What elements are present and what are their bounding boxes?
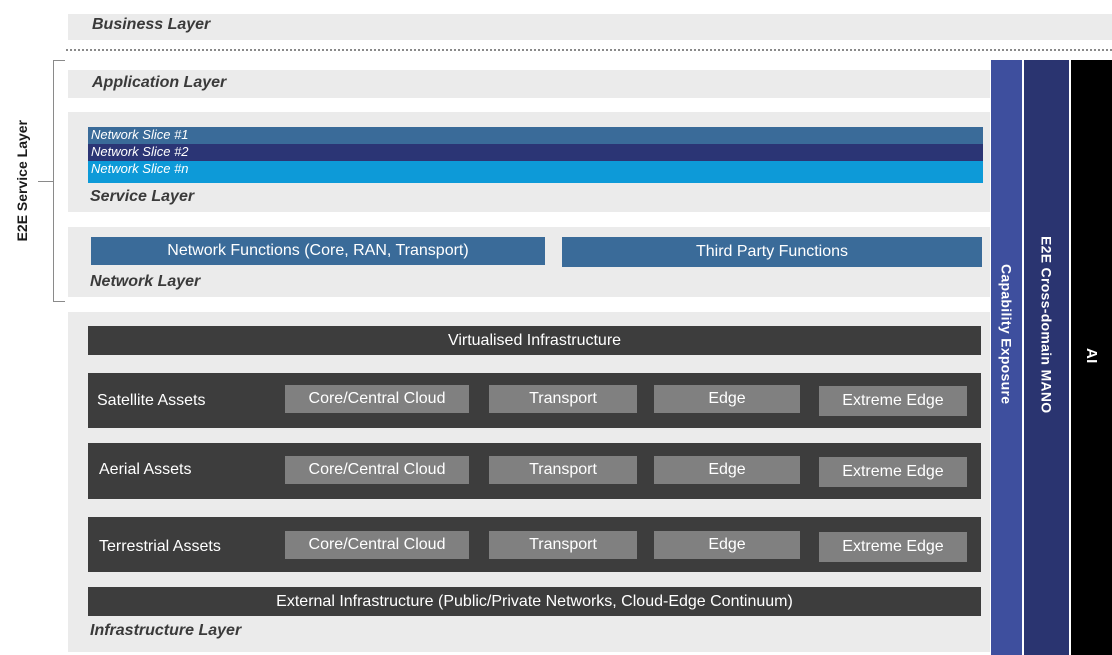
cross-domain-mano-column: E2E Cross-domain MANO [1024,60,1069,655]
ai-column: AI [1071,60,1112,655]
terrestrial-transport-cell: Transport [489,531,637,559]
cross-domain-mano-label: E2E Cross-domain MANO [1038,236,1055,414]
satellite-assets-label: Satellite Assets [97,392,206,409]
terrestrial-edge-cell: Edge [654,531,800,559]
e2e-service-layer-label: E2E Service Layer [9,60,35,302]
e2e-service-bracket [53,60,65,302]
aerial-extreme-edge-cell: Extreme Edge [819,457,967,487]
satellite-edge-cell: Edge [654,385,800,413]
capability-exposure-label: Capability Exposure [998,264,1015,405]
terrestrial-extreme-edge-cell: Extreme Edge [819,532,967,562]
e2e-service-bracket-tick [38,181,53,182]
application-layer-title: Application Layer [92,74,227,91]
satellite-core-cloud-cell: Core/Central Cloud [285,385,469,413]
business-separator [66,49,1112,51]
terrestrial-assets-label: Terrestrial Assets [99,538,221,555]
network-functions-box: Network Functions (Core, RAN, Transport) [91,237,545,265]
satellite-extreme-edge-cell: Extreme Edge [819,386,967,416]
service-layer-title: Service Layer [90,188,195,205]
virtualised-infrastructure-bar: Virtualised Infrastructure [88,326,981,355]
business-layer-title: Business Layer [92,16,211,33]
satellite-transport-cell: Transport [489,385,637,413]
external-infrastructure-bar: External Infrastructure (Public/Private … [88,587,981,616]
network-layer-title: Network Layer [90,273,201,290]
aerial-transport-cell: Transport [489,456,637,484]
aerial-assets-label: Aerial Assets [99,461,192,478]
capability-exposure-column: Capability Exposure [991,60,1022,655]
business-layer-band [68,14,1112,40]
aerial-core-cloud-cell: Core/Central Cloud [285,456,469,484]
aerial-edge-cell: Edge [654,456,800,484]
e2e-service-layer-text: E2E Service Layer [14,120,30,242]
network-slice-2: Network Slice #2 [88,144,983,161]
infrastructure-layer-title: Infrastructure Layer [90,622,242,639]
third-party-functions-box: Third Party Functions [562,237,982,267]
terrestrial-core-cloud-cell: Core/Central Cloud [285,531,469,559]
network-slice-n: Network Slice #n [88,161,983,183]
ai-label: AI [1083,348,1100,364]
network-slice-1: Network Slice #1 [88,127,983,144]
